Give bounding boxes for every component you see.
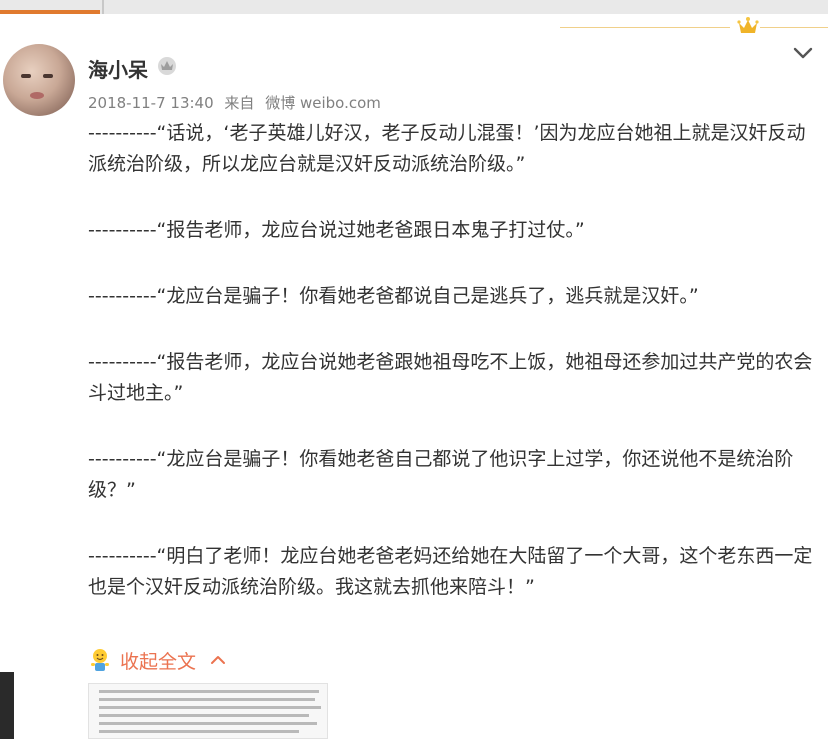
avatar-eye-left [21,74,31,78]
attached-image-thumbnail[interactable] [88,683,328,739]
post-paragraph-3: ----------“龙应台是骗子！你看她老爸都说自己是逃兵了，逃兵就是汉奸。” [88,285,699,307]
post-meta: 2018-11-7 13:40 来自 微博 weibo.com [88,92,387,113]
post-body: ----------“话说，‘老子英雄儿好汉，老子反动儿混蛋！’因为龙应台她祖上… [88,118,816,638]
post-paragraph-1: ----------“话说，‘老子英雄儿好汉，老子反动儿混蛋！’因为龙应台她祖上… [88,122,806,175]
post-paragraph-5: ----------“龙应台是骗子！你看她老爸自己都说了他识字上过学，你还说他不… [88,448,794,501]
avatar[interactable] [3,44,75,116]
avatar-eye-right [43,74,53,78]
username-link[interactable]: 海小呆 [88,54,148,83]
post-source-prefix: 来自 [224,94,255,112]
vip-badge-icon[interactable] [156,56,178,76]
thumbnail-text-line [99,714,309,717]
collapse-label[interactable]: 收起全文 [120,647,196,674]
post-source-app[interactable]: 微博 weibo.com [265,94,381,112]
chevron-up-icon[interactable] [210,655,226,665]
active-tab-indicator [0,10,100,14]
collapse-full-text-button[interactable]: 收起全文 [88,645,226,675]
post-paragraph-6: ----------“明白了老师！龙应台她老爸老妈还给她在大陆留了一个大哥，这个… [88,545,813,598]
member-divider-line [560,27,730,28]
thumbnail-text-line [99,722,317,725]
post-paragraph-2: ----------“报告老师，龙应台说过她老爸跟日本鬼子打过仗。” [88,219,585,241]
top-tab-strip [0,0,828,14]
smiley-emoji-icon [91,649,109,671]
thumbnail-text-line [99,730,299,733]
tab-separator [102,0,104,14]
post-paragraph-4: ----------“报告老师，龙应台说她老爸跟她祖母吃不上饭，她祖母还参加过共… [88,351,813,404]
thumbnail-text-line [99,690,319,693]
thumbnail-text-line [99,706,321,709]
thumbnail-text-line [99,698,315,701]
crown-icon [737,17,759,33]
chevron-down-icon[interactable] [792,46,814,60]
post-timestamp[interactable]: 2018-11-7 13:40 [88,94,214,112]
member-divider-line-right [760,27,828,28]
avatar-mouth [30,92,44,99]
left-edge-thumbnail [0,672,14,739]
